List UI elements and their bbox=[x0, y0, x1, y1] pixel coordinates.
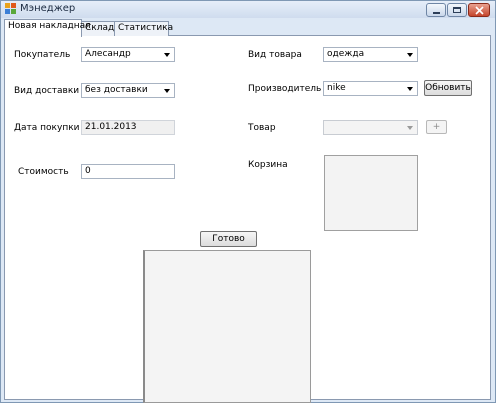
purchase-date-field[interactable]: 21.01.2013 bbox=[81, 120, 175, 135]
product-type-label: Вид товара bbox=[248, 50, 302, 60]
chevron-down-icon bbox=[164, 53, 170, 57]
buyer-select-value: Алесандр bbox=[85, 49, 131, 59]
done-button[interactable]: Готово bbox=[200, 231, 257, 247]
cost-label: Стоимость bbox=[18, 167, 69, 177]
close-icon bbox=[475, 6, 484, 15]
chevron-down-icon bbox=[407, 126, 413, 130]
tab-statistics[interactable]: Статистика bbox=[114, 21, 173, 36]
manufacturer-label: Производитель bbox=[248, 84, 322, 94]
refresh-button[interactable]: Обновить bbox=[424, 80, 472, 96]
invoice-output-box[interactable] bbox=[143, 250, 311, 403]
product-label: Товар bbox=[248, 123, 276, 133]
chevron-down-icon bbox=[407, 87, 413, 91]
buyer-select[interactable]: Алесандр bbox=[81, 47, 175, 62]
maximize-icon bbox=[453, 7, 461, 13]
manufacturer-select[interactable]: nike bbox=[323, 81, 418, 96]
minimize-icon bbox=[433, 12, 440, 14]
tab-statistics-label: Статистика bbox=[118, 23, 174, 33]
purchase-date-value: 21.01.2013 bbox=[85, 122, 137, 132]
cost-field[interactable]: 0 bbox=[81, 164, 175, 179]
manufacturer-select-value: nike bbox=[327, 83, 346, 93]
window-title: Мэнеджер bbox=[20, 3, 76, 14]
chevron-down-icon bbox=[407, 53, 413, 57]
tab-new-invoice-label: Новая накладная bbox=[8, 21, 91, 31]
add-product-button[interactable]: + bbox=[426, 120, 447, 134]
buyer-label: Покупатель bbox=[14, 50, 71, 60]
cart-label: Корзина bbox=[248, 160, 288, 170]
chevron-down-icon bbox=[164, 89, 170, 93]
close-button[interactable] bbox=[468, 3, 490, 17]
purchase-date-label: Дата покупки bbox=[14, 123, 80, 133]
delivery-label: Вид доставки bbox=[14, 86, 80, 96]
app-window-icon bbox=[5, 3, 16, 14]
minimize-button[interactable] bbox=[426, 3, 446, 17]
delivery-select[interactable]: без доставки bbox=[81, 83, 175, 98]
cart-list[interactable] bbox=[324, 155, 418, 231]
product-select[interactable] bbox=[323, 120, 418, 135]
product-type-select[interactable]: одежда bbox=[323, 47, 418, 62]
product-type-select-value: одежда bbox=[327, 49, 365, 59]
delivery-select-value: без доставки bbox=[85, 85, 148, 95]
cost-value: 0 bbox=[85, 166, 91, 176]
maximize-button[interactable] bbox=[447, 3, 467, 17]
tab-new-invoice[interactable]: Новая накладная bbox=[4, 19, 91, 37]
